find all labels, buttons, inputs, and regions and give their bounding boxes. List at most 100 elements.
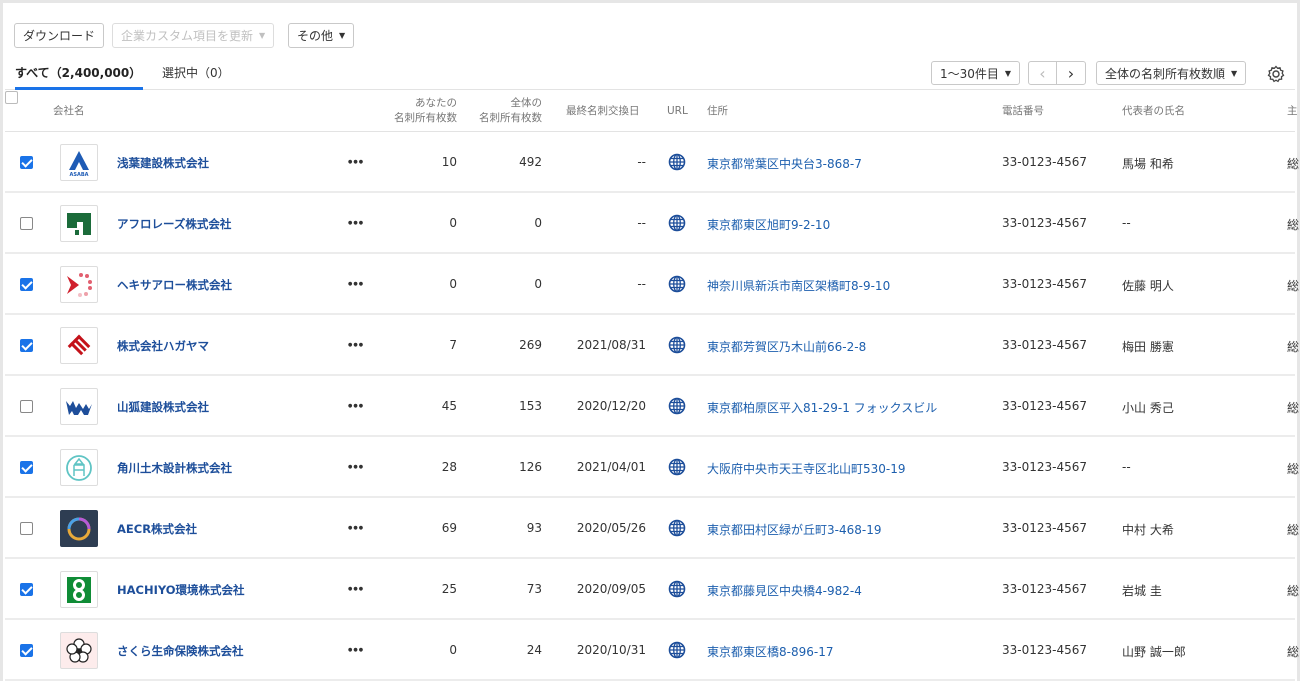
more-options-icon[interactable]: ●●● <box>348 639 364 655</box>
representative-name: 山野 誠一郎 <box>1122 643 1186 660</box>
table-row[interactable]: 角川土木設計株式会社●●●281262021/04/01大阪府中央市天王寺区北山… <box>5 437 1295 498</box>
your-card-count: 10 <box>442 155 457 169</box>
other-label: その他 <box>297 27 333 44</box>
table-row[interactable]: 株式会社ハガヤマ●●●72692021/08/31東京都芳賀区乃木山前66-2-… <box>5 315 1295 376</box>
globe-icon[interactable] <box>668 214 686 232</box>
your-card-count: 7 <box>449 338 457 352</box>
more-options-icon[interactable]: ●●● <box>348 517 364 533</box>
last-exchange-date: 2020/05/26 <box>577 521 646 535</box>
address-link[interactable]: 東京都芳賀区乃木山前66-2-8 <box>707 338 866 355</box>
col-rep: 代表者の氏名 <box>1122 104 1185 118</box>
company-logo <box>60 388 98 425</box>
download-button[interactable]: ダウンロード <box>14 23 104 48</box>
company-name-link[interactable]: 浅葉建設株式会社 <box>117 155 209 171</box>
table-row[interactable]: さくら生命保険株式会社●●●0242020/10/31東京都東区橋8-896-1… <box>5 620 1295 681</box>
company-name-link[interactable]: 山狐建設株式会社 <box>117 399 209 415</box>
company-name-link[interactable]: 株式会社ハガヤマ <box>117 338 209 354</box>
phone-number: 33-0123-4567 <box>1002 582 1087 596</box>
globe-icon[interactable] <box>668 580 686 598</box>
phone-number: 33-0123-4567 <box>1002 277 1087 291</box>
prev-page-button[interactable]: ‹ <box>1028 61 1057 85</box>
company-name-link[interactable]: アフロレーズ株式会社 <box>117 216 231 232</box>
address-link[interactable]: 東京都東区旭町9-2-10 <box>707 216 830 233</box>
table-row[interactable]: 山狐建設株式会社●●●451532020/12/20東京都柏原区平入81-29-… <box>5 376 1295 437</box>
representative-name: 小山 秀己 <box>1122 399 1174 416</box>
more-options-icon[interactable]: ●●● <box>348 578 364 594</box>
row-checkbox[interactable] <box>20 278 33 291</box>
row-checkbox[interactable] <box>20 339 33 352</box>
truncated-cell: 総 <box>1287 582 1299 599</box>
company-name-link[interactable]: さくら生命保険株式会社 <box>117 643 244 659</box>
globe-icon[interactable] <box>668 153 686 171</box>
update-custom-fields-dropdown[interactable]: 企業カスタム項目を更新▼ <box>112 23 274 48</box>
row-checkbox[interactable] <box>20 400 33 413</box>
more-options-icon[interactable]: ●●● <box>348 273 364 289</box>
globe-icon[interactable] <box>668 458 686 476</box>
more-options-icon[interactable]: ●●● <box>348 212 364 228</box>
phone-number: 33-0123-4567 <box>1002 338 1087 352</box>
company-logo <box>60 632 98 669</box>
representative-name: 岩城 圭 <box>1122 582 1162 599</box>
globe-icon[interactable] <box>668 275 686 293</box>
total-card-count: 93 <box>527 521 542 535</box>
address-link[interactable]: 神奈川県新浜市南区架橋町8-9-10 <box>707 277 890 294</box>
col-company: 会社名 <box>53 104 85 118</box>
svg-text:ASABA: ASABA <box>69 172 88 178</box>
company-logo <box>60 327 98 364</box>
globe-icon[interactable] <box>668 336 686 354</box>
total-card-count: 126 <box>519 460 542 474</box>
company-name-link[interactable]: ヘキサアロー株式会社 <box>117 277 232 293</box>
row-checkbox[interactable] <box>20 156 33 169</box>
table-row[interactable]: ヘキサアロー株式会社●●●00--神奈川県新浜市南区架橋町8-9-1033-01… <box>5 254 1295 315</box>
next-page-button[interactable]: › <box>1056 61 1086 85</box>
row-checkbox[interactable] <box>20 583 33 596</box>
col-cut: 主 <box>1287 104 1298 118</box>
more-options-icon[interactable]: ●●● <box>348 395 364 411</box>
last-exchange-date: 2020/10/31 <box>577 643 646 657</box>
row-checkbox[interactable] <box>20 217 33 230</box>
table-row[interactable]: アフロレーズ株式会社●●●00--東京都東区旭町9-2-1033-0123-45… <box>5 193 1295 254</box>
globe-icon[interactable] <box>668 397 686 415</box>
phone-number: 33-0123-4567 <box>1002 399 1087 413</box>
address-link[interactable]: 東京都常葉区中央台3-868-7 <box>707 155 862 172</box>
globe-icon[interactable] <box>668 519 686 537</box>
last-exchange-date: 2021/08/31 <box>577 338 646 352</box>
tab-all[interactable]: すべて（2,400,000） <box>15 64 143 90</box>
last-exchange-date: -- <box>637 216 646 230</box>
col-url: URL <box>667 104 688 118</box>
representative-name: -- <box>1122 460 1131 474</box>
table-row[interactable]: HACHIYO環境株式会社●●●25732020/09/05東京都藤見区中央橋4… <box>5 559 1295 620</box>
address-link[interactable]: 東京都柏原区平入81-29-1 フォックスビル <box>707 399 937 416</box>
row-checkbox[interactable] <box>20 644 33 657</box>
more-options-icon[interactable]: ●●● <box>348 334 364 350</box>
truncated-cell: 総 <box>1287 277 1299 294</box>
company-name-link[interactable]: HACHIYO環境株式会社 <box>117 582 245 598</box>
tab-selected[interactable]: 選択中（0） <box>162 64 230 90</box>
your-card-count: 45 <box>442 399 457 413</box>
caret-down-icon: ▼ <box>1005 69 1011 78</box>
company-name-link[interactable]: 角川土木設計株式会社 <box>117 460 232 476</box>
last-exchange-date: -- <box>637 277 646 291</box>
truncated-cell: 総 <box>1287 460 1299 477</box>
more-options-icon[interactable]: ●●● <box>348 151 364 167</box>
total-card-count: 0 <box>534 277 542 291</box>
address-link[interactable]: 東京都田村区緑が丘町3-468-19 <box>707 521 881 538</box>
table-row[interactable]: AECR株式会社●●●69932020/05/26東京都田村区緑が丘町3-468… <box>5 498 1295 559</box>
caret-down-icon: ▼ <box>1231 69 1237 78</box>
company-name-link[interactable]: AECR株式会社 <box>117 521 197 537</box>
more-options-icon[interactable]: ●●● <box>348 456 364 472</box>
representative-name: 佐藤 明人 <box>1122 277 1174 294</box>
truncated-cell: 総 <box>1287 643 1299 660</box>
other-dropdown[interactable]: その他▼ <box>288 23 354 48</box>
address-link[interactable]: 東京都東区橋8-896-17 <box>707 643 833 660</box>
globe-icon[interactable] <box>668 641 686 659</box>
row-checkbox[interactable] <box>20 461 33 474</box>
table-row[interactable]: ASABA浅葉建設株式会社●●●10492--東京都常葉区中央台3-868-73… <box>5 132 1295 193</box>
address-link[interactable]: 東京都藤見区中央橋4-982-4 <box>707 582 862 599</box>
select-all-checkbox[interactable] <box>5 91 18 104</box>
gear-icon[interactable] <box>1266 64 1286 84</box>
sort-dropdown[interactable]: 全体の名刺所有枚数順▼ <box>1096 61 1246 85</box>
page-range-dropdown[interactable]: 1〜30件目▼ <box>931 61 1020 85</box>
row-checkbox[interactable] <box>20 522 33 535</box>
address-link[interactable]: 大阪府中央市天王寺区北山町530-19 <box>707 460 906 477</box>
